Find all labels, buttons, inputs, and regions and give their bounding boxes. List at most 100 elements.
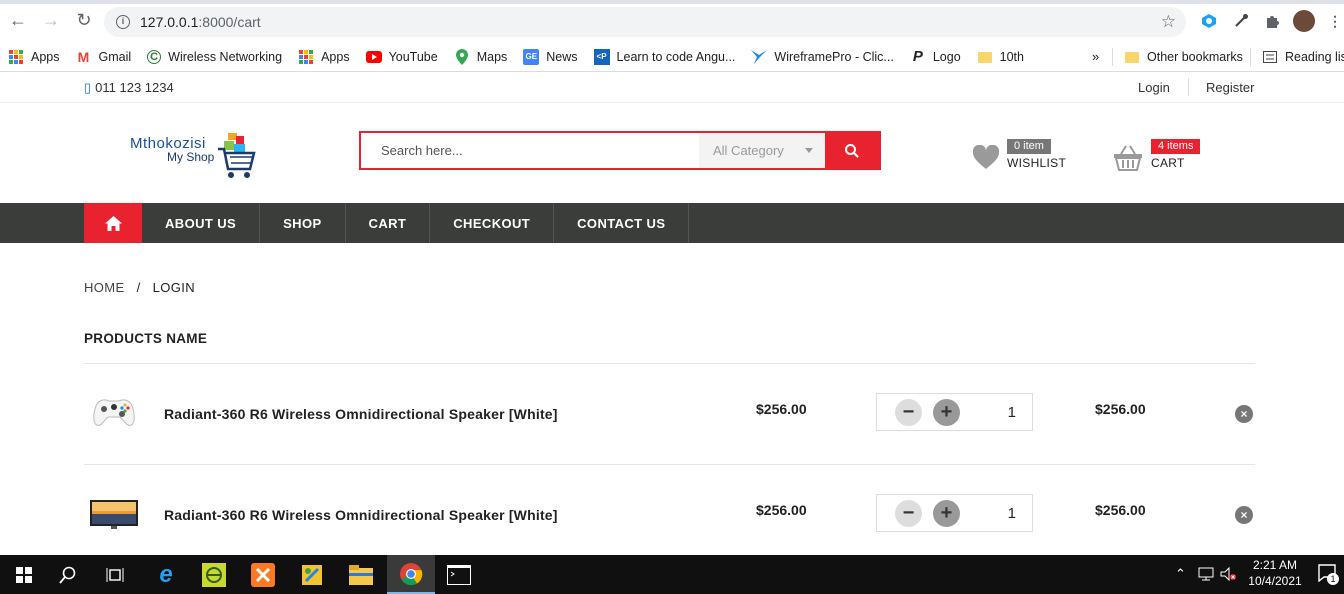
bookmark-wireless-networking[interactable]: C Wireless Networking <box>147 49 282 64</box>
folder-icon <box>977 49 993 65</box>
cart-label: CART <box>1151 156 1185 170</box>
taskbar-tool[interactable] <box>288 555 336 594</box>
product-name[interactable]: Radiant-360 R6 Wireless Omnidirectional … <box>164 507 558 523</box>
bookmark-apps-2[interactable]: Apps <box>298 49 350 65</box>
product-thumbnail-controller[interactable] <box>89 389 139 437</box>
remove-item-icon[interactable]: × <box>1235 506 1253 524</box>
bookmark-logo[interactable]: P Logo <box>910 48 961 65</box>
nav-checkout[interactable]: CHECKOUT <box>430 203 555 243</box>
quantity-value[interactable]: 1 <box>1008 404 1016 421</box>
bookmark-label: 10th <box>999 49 1024 64</box>
product-price: $256.00 <box>756 502 807 518</box>
task-view-button[interactable] <box>91 555 139 594</box>
internet-explorer-icon: e <box>159 560 173 588</box>
extension-blue-icon[interactable] <box>1199 11 1219 31</box>
extensions-puzzle-icon[interactable] <box>1262 11 1282 31</box>
taskbar-ie[interactable]: e <box>142 555 190 594</box>
reload-icon[interactable]: ↻ <box>69 6 99 36</box>
home-icon <box>104 215 122 231</box>
start-button[interactable] <box>0 555 48 594</box>
bookmark-learn-angular[interactable]: <P Learn to code Angu... <box>593 48 736 65</box>
reading-list[interactable]: Reading list <box>1262 49 1344 65</box>
bookmark-label: Logo <box>932 49 961 64</box>
code-icon: <P <box>593 48 610 65</box>
bookmark-wireframepro[interactable]: WireframePro - Clic... <box>751 49 894 65</box>
bookmark-maps[interactable]: Maps <box>454 48 507 65</box>
quantity-decrease-button[interactable]: − <box>895 399 922 426</box>
menu-kebab-icon[interactable]: ⋮ <box>1325 11 1344 31</box>
nav-home-button[interactable] <box>84 203 142 243</box>
taskbar-search-button[interactable] <box>44 555 92 594</box>
site-header: Mthokozisi My Shop All Category 0 item W… <box>0 103 1344 202</box>
volume-muted-icon[interactable] <box>1220 566 1236 585</box>
remove-item-icon[interactable]: × <box>1235 405 1253 423</box>
tray-chevron-up-icon[interactable]: ⌃ <box>1175 566 1186 582</box>
terminal-icon <box>447 564 471 585</box>
bookmark-label: Learn to code Angu... <box>616 49 736 64</box>
taskbar-file-explorer[interactable] <box>337 555 385 594</box>
bookmark-label: Gmail <box>98 49 132 64</box>
network-icon[interactable] <box>1198 567 1214 584</box>
search-form: All Category <box>359 131 881 170</box>
phone-contact: ▯ 011 123 1234 <box>84 80 174 96</box>
nav-about-us[interactable]: ABOUT US <box>142 203 261 243</box>
xampp-icon <box>251 562 275 587</box>
search-input[interactable] <box>361 133 699 168</box>
breadcrumb: HOME / LOGIN <box>84 280 195 295</box>
breadcrumb-current: LOGIN <box>152 280 196 295</box>
quantity-decrease-button[interactable]: − <box>895 500 922 527</box>
quantity-value[interactable]: 1 <box>1008 505 1016 522</box>
nav-contact-us[interactable]: CONTACT US <box>554 203 690 243</box>
product-name[interactable]: Radiant-360 R6 Wireless Omnidirectional … <box>164 406 558 422</box>
back-icon[interactable]: ← <box>3 6 33 36</box>
taskbar-xampp[interactable] <box>239 555 287 594</box>
bookmarks-overflow-icon[interactable]: » <box>1092 49 1099 64</box>
wishlist-count-badge: 0 item <box>1007 139 1051 154</box>
breadcrumb-separator: / <box>136 280 141 295</box>
bookmark-news[interactable]: GE News <box>523 48 578 65</box>
notifications-icon[interactable]: 1 <box>1318 564 1339 585</box>
bookmark-youtube[interactable]: YouTube <box>365 49 438 65</box>
nav-shop[interactable]: SHOP <box>260 203 346 243</box>
bookmark-apps[interactable]: Apps <box>8 49 60 65</box>
profile-avatar[interactable] <box>1293 10 1315 32</box>
bookmark-gmail[interactable]: M Gmail <box>76 49 132 65</box>
register-link[interactable]: Register <box>1206 80 1254 95</box>
phone-number: 011 123 1234 <box>95 80 174 95</box>
taskbar-terminal[interactable] <box>435 555 483 594</box>
url-path: :8000/cart <box>198 14 261 30</box>
search-icon <box>845 143 859 158</box>
bookmark-10th[interactable]: 10th <box>977 49 1024 65</box>
basket-icon <box>1114 145 1142 171</box>
site-logo[interactable]: Mthokozisi My Shop <box>130 133 256 178</box>
apps-grid-icon <box>298 49 314 65</box>
bookmark-star-icon[interactable]: ☆ <box>1161 12 1176 32</box>
bookmark-label: Apps <box>321 49 350 64</box>
login-link[interactable]: Login <box>1138 80 1170 95</box>
bookmark-label: Other bookmarks <box>1147 50 1243 64</box>
bookmark-label: News <box>546 49 578 64</box>
wireframe-icon <box>751 49 768 65</box>
taskbar-app-green[interactable] <box>190 555 238 594</box>
site-info-icon[interactable]: i <box>116 15 130 29</box>
task-view-icon <box>106 567 124 582</box>
search-button[interactable] <box>825 133 879 168</box>
chrome-icon <box>400 562 423 585</box>
address-bar[interactable]: i 127.0.0.1:8000/cart ☆ <box>104 7 1186 37</box>
bookmark-other[interactable]: Other bookmarks <box>1124 49 1243 65</box>
wishlist-label: WISHLIST <box>1007 156 1067 170</box>
eyedropper-icon[interactable] <box>1231 11 1251 31</box>
clock-time: 2:21 AM <box>1252 558 1298 572</box>
category-select[interactable]: All Category <box>699 133 825 168</box>
phone-icon: ▯ <box>84 80 92 95</box>
forward-icon[interactable]: → <box>36 6 66 36</box>
logo-cart-icon <box>218 133 256 178</box>
nav-cart[interactable]: CART <box>346 203 431 243</box>
taskbar-chrome[interactable] <box>387 555 435 594</box>
product-thumbnail-tv[interactable] <box>89 492 139 540</box>
quantity-increase-button[interactable]: + <box>933 399 960 426</box>
quantity-increase-button[interactable]: + <box>933 500 960 527</box>
breadcrumb-home[interactable]: HOME <box>84 280 125 295</box>
cart-row: Radiant-360 R6 Wireless Omnidirectional … <box>84 484 1255 544</box>
clock[interactable]: 2:21 AM 10/4/2021 <box>1248 558 1302 588</box>
